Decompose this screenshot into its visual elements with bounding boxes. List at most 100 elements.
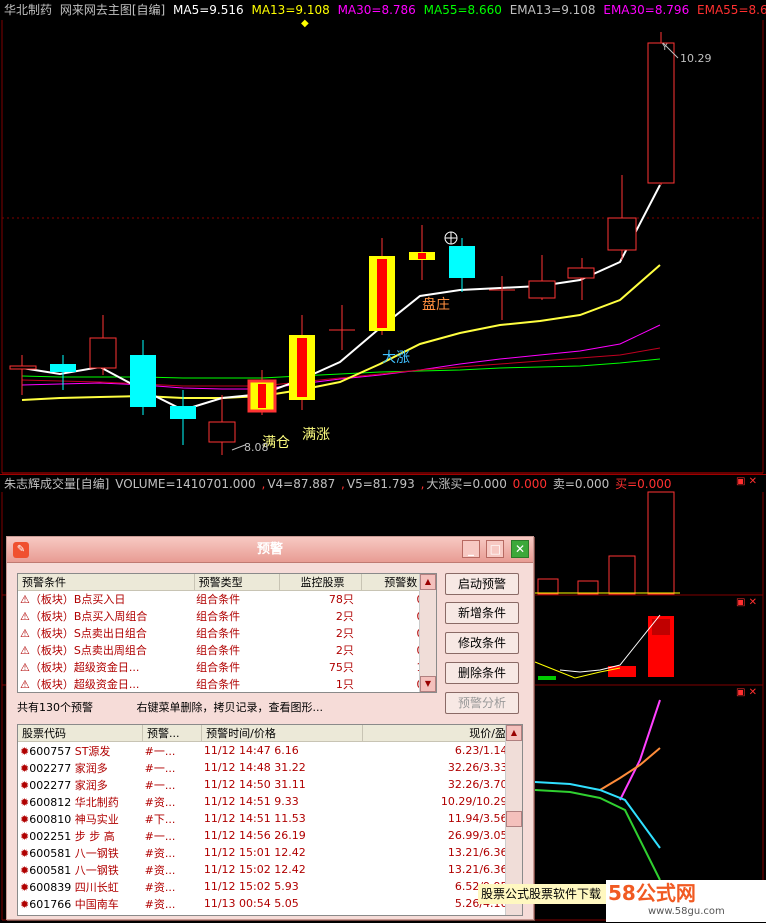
candle	[130, 355, 156, 407]
alert-dot-icon: ✹	[20, 829, 30, 843]
v4-readout: V4=87.887	[267, 477, 336, 491]
record-row[interactable]: ✹600581 八一钢铁 #资... 11/12 15:02 12.42 13.21/…	[18, 861, 522, 878]
condition-row[interactable]: ⚠（板块）B点买入周组合 组合条件 2只 0	[18, 608, 436, 625]
sell-readout: 卖=0.000	[552, 477, 610, 491]
scroll-up-icon[interactable]: ▲	[420, 574, 436, 590]
record-row[interactable]: ✹600839 四川长虹#资...11/12 15:02 5.936.52/9.…	[18, 878, 522, 895]
warning-icon: ⚠	[20, 610, 30, 623]
minimize-icon[interactable]: _	[461, 540, 480, 558]
condition-row[interactable]: ⚠（板块）S点卖出日组合 组合条件 2只 0	[18, 625, 436, 642]
high-price-label: 10.29	[680, 52, 712, 65]
record-row[interactable]: ✹600757 ST源发 #一... 11/12 14:47 6.16 6.23/1.…	[18, 742, 522, 759]
alert-dialog: ✎ 预警 _ □ ✕ 预警条件 预警类型 监控股票 预警数 ⚠（板块）B点买入日…	[6, 536, 534, 920]
volume-formula[interactable]: 朱志辉成交量[自编]	[4, 477, 109, 491]
warning-icon: ⚠	[20, 678, 30, 691]
indicator-panel-1	[534, 614, 674, 680]
indicator2-panel-window-controls[interactable]: ▣ ✕	[736, 687, 757, 698]
warning-icon: ⚠	[20, 661, 30, 674]
record-row[interactable]: ✹002277 家润多 #一... 11/12 14:50 31.11 32.26/3…	[18, 776, 522, 793]
scroll-down-icon[interactable]: ▼	[420, 676, 436, 692]
volume-readout: VOLUME=1410701.000	[115, 477, 256, 491]
record-row[interactable]: ✹600812 华北制药 #资... 11/12 14:51 9.33 10.29/1…	[18, 793, 522, 810]
warning-icon: ⚠	[20, 644, 30, 657]
low-price-label: 8.08	[244, 441, 269, 454]
candle	[89, 337, 117, 369]
alert-dot-icon: ✹	[20, 863, 30, 877]
context-hint: 右键菜单删除，拷贝记录，查看图形...	[136, 701, 324, 714]
volume-bars	[530, 491, 680, 595]
buy-readout: 买=0.000	[615, 477, 672, 491]
warning-icon: ⚠	[20, 593, 30, 607]
record-row[interactable]: ✹600810 神马实业 #下... 11/12 14:51 11.53 11.94/…	[18, 810, 522, 827]
records-header[interactable]: 股票代码	[18, 725, 144, 742]
records-header[interactable]: 现价/盈亏	[362, 725, 522, 742]
alert-dot-icon: ✹	[20, 795, 30, 809]
condition-row[interactable]: ⚠（板块）超级资金日... 组合条件 75只 1	[18, 659, 436, 676]
condition-row[interactable]: ⚠（板块）B点买入日 组合条件 78只 0	[18, 591, 436, 608]
close-icon[interactable]: ✕	[511, 540, 529, 558]
conditions-header[interactable]: 监控股票	[279, 574, 363, 591]
alert-dot-icon: ✹	[20, 761, 30, 775]
alert-analysis-button[interactable]: 预警分析	[445, 692, 519, 714]
ma30-line	[21, 324, 661, 390]
app-logo-icon: ✎	[13, 542, 29, 558]
alert-dot-icon: ✹	[20, 880, 30, 894]
indicator-panel-window-controls[interactable]: ▣ ✕	[736, 597, 757, 608]
candle	[449, 246, 475, 278]
ad-banner[interactable]: 股票公式股票软件下载	[478, 884, 608, 904]
conditions-header[interactable]: 预警条件	[18, 574, 195, 591]
record-row[interactable]: ✹600581 八一钢铁 #资... 11/12 15:01 12.42 13.21/…	[18, 844, 522, 861]
volume-panel-window-controls[interactable]: ▣ ✕	[736, 476, 757, 487]
delete-condition-button[interactable]: 删除条件	[445, 662, 519, 684]
conditions-table[interactable]: 预警条件 预警类型 监控股票 预警数 ⚠（板块）B点买入日 组合条件 78只 0…	[17, 573, 437, 693]
alert-dot-icon: ✹	[20, 778, 30, 792]
record-row[interactable]: ✹002277 家润多 #一... 11/12 14:48 31.22 32.26/3…	[18, 759, 522, 776]
zero-readout: 0.000	[512, 477, 548, 491]
candles	[9, 32, 675, 455]
records-header[interactable]: 预警时间/价格	[201, 725, 363, 742]
records-body: ✹600757 ST源发 #一... 11/12 14:47 6.16 6.23/1.…	[18, 742, 522, 912]
conditions-header[interactable]: 预警类型	[194, 574, 280, 591]
dialog-title: 预警	[256, 542, 283, 557]
candle	[50, 364, 76, 372]
record-row[interactable]: ✹601766 中国南车#资...11/13 00:54 5.055.26/4.…	[18, 895, 522, 912]
cursor-crosshair-icon	[444, 231, 458, 245]
alert-records-table[interactable]: 股票代码 预警... 预警时间/价格 现价/盈亏 ✹600757 ST源发 #一.…	[17, 724, 523, 916]
add-condition-button[interactable]: 新增条件	[445, 602, 519, 624]
dialog-status-bar: 共有130个预警 右键菜单删除，拷贝记录，查看图形...	[17, 699, 363, 715]
top-arrow-marker: Y	[661, 43, 668, 53]
candle	[607, 217, 637, 251]
records-header[interactable]: 预警...	[142, 725, 203, 742]
manzhang-label: 满涨	[302, 427, 330, 443]
warning-icon: ⚠	[20, 627, 30, 640]
condition-row[interactable]: ⚠（板块）S点卖出周组合 组合条件 2只 0	[18, 642, 436, 659]
alert-dot-icon: ✹	[20, 812, 30, 826]
record-row[interactable]: ✹002251 步 步 高 #一... 11/12 14:56 26.19 26.99…	[18, 827, 522, 844]
condition-row[interactable]: ⚠（板块）超级资金日... 组合条件 1只 0	[18, 676, 436, 693]
alert-count: 共有130个预警	[17, 701, 93, 714]
candle	[9, 365, 37, 370]
volume-header: 朱志辉成交量[自编] VOLUME=1410701.000 , V4=87.887…	[0, 474, 766, 492]
conditions-scrollbar[interactable]: ▲ ▼	[419, 574, 436, 692]
dazhang-label: 大涨	[382, 350, 410, 366]
candle	[647, 42, 675, 184]
dazhang-buy-readout: 大涨买=0.000	[426, 477, 507, 491]
ma5-line	[21, 184, 661, 412]
start-alert-button[interactable]: 启动预警	[445, 573, 519, 595]
candle	[208, 421, 236, 443]
dialog-titlebar[interactable]: ✎ 预警 _ □ ✕	[7, 537, 533, 563]
top-marker: ◆	[301, 18, 309, 29]
alert-dot-icon: ✹	[20, 897, 30, 911]
scroll-thumb[interactable]	[506, 811, 522, 827]
candle	[567, 267, 595, 279]
scroll-up-icon[interactable]: ▲	[506, 725, 522, 741]
v5-readout: V5=81.793	[346, 477, 415, 491]
candle	[528, 280, 556, 299]
maximize-icon[interactable]: □	[486, 540, 505, 558]
ma13-extra-line	[21, 347, 661, 387]
indicator-panel-2	[534, 699, 661, 881]
alert-dot-icon: ✹	[20, 744, 30, 758]
alert-dot-icon: ✹	[20, 846, 30, 860]
candle	[170, 406, 196, 419]
modify-condition-button[interactable]: 修改条件	[445, 632, 519, 654]
